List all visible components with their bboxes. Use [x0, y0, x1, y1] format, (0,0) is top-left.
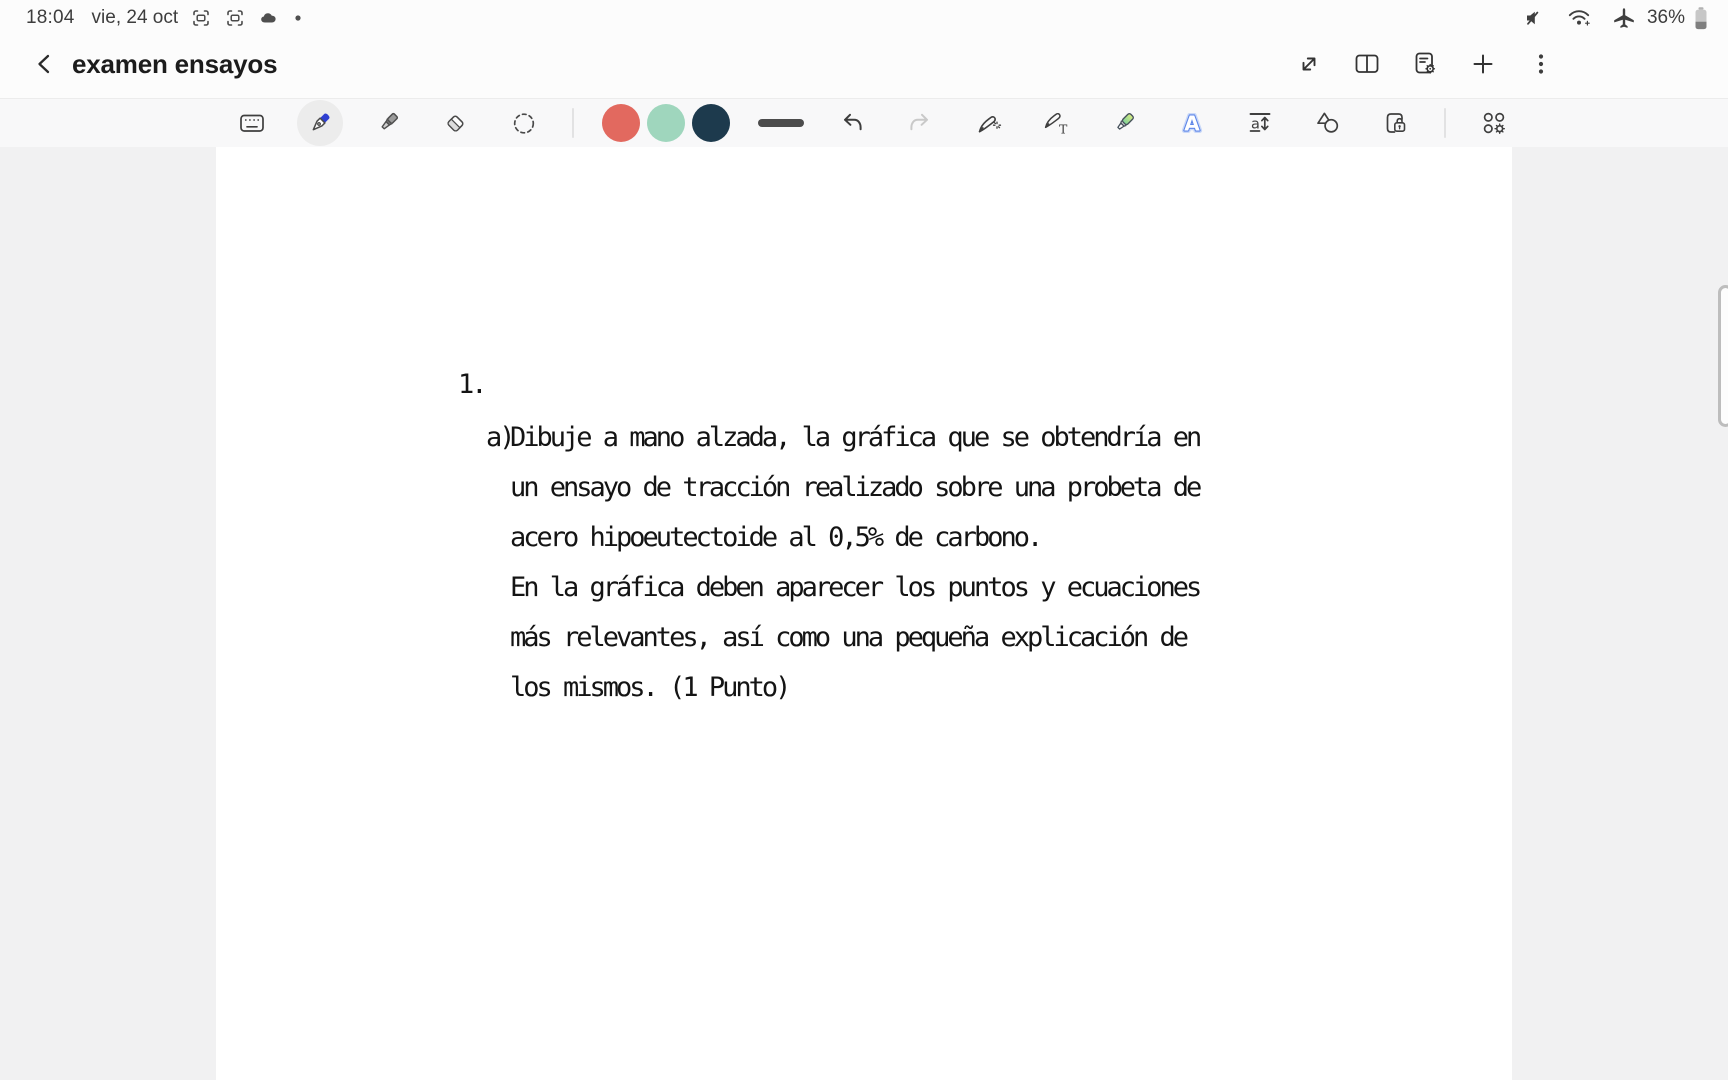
toolbar-divider [1444, 108, 1446, 138]
kebab-menu-icon [1538, 54, 1544, 74]
app-header: examen ensayos [0, 30, 1728, 98]
toolbar-divider [572, 108, 574, 138]
wifi-icon [1567, 7, 1591, 29]
redo-button[interactable] [900, 103, 940, 143]
text-line: un ensayo de tracción realizado sobre un… [510, 472, 1202, 503]
content-area: 1. a) Dibuje a mano alzada, la gráfica q… [0, 147, 1728, 1080]
pen-tool-button[interactable] [297, 100, 343, 146]
lasso-select-tool-button[interactable] [504, 103, 544, 143]
pen-text-icon: T [1044, 112, 1068, 137]
auto-format-button[interactable]: A A [1172, 103, 1212, 143]
airplane-mode-icon [1612, 6, 1636, 30]
page-settings-button[interactable] [1406, 45, 1444, 83]
lasso-icon [513, 113, 535, 134]
svg-text:a: a [1251, 117, 1260, 133]
undo-button[interactable] [832, 103, 872, 143]
status-indicators: 36% [1512, 6, 1708, 31]
fullscreen-button[interactable] [1290, 45, 1328, 83]
notes-app-screen: 18:04 vie, 24 oct 36% examen ensayos T A… [0, 0, 1728, 1080]
shape-recognition-button[interactable] [1308, 103, 1348, 143]
question-text: Dibuje a mano alzada, la gráfica que se … [510, 413, 1202, 713]
green-highlighter-icon [1117, 113, 1134, 130]
text-size-icon: a [1249, 113, 1271, 133]
color-swatch-navy[interactable] [692, 104, 730, 142]
mute-icon [1524, 7, 1546, 29]
page-lock-button[interactable] [1376, 103, 1416, 143]
stroke-width-icon [758, 119, 804, 127]
text-line: En la gráfica deben aparecer los puntos … [510, 572, 1202, 603]
text-line: acero hipoeutectoide al 0,5% de carbono. [510, 522, 1043, 553]
text-style-button[interactable]: a [1240, 103, 1280, 143]
status-date: vie, 24 oct [91, 7, 179, 28]
back-button[interactable] [26, 45, 64, 83]
redo-icon [910, 113, 928, 131]
tools-grid-icon [1483, 112, 1505, 134]
more-options-button[interactable] [1522, 45, 1560, 83]
keyboard-icon [240, 114, 264, 132]
editing-toolbar: T A A a [0, 98, 1728, 147]
scrollbar-thumb[interactable] [1718, 285, 1728, 427]
color-swatch-mint[interactable] [647, 104, 685, 142]
keyboard-tool-button[interactable] [232, 103, 272, 143]
eraser-tool-button[interactable] [436, 103, 476, 143]
svg-text:A: A [1184, 112, 1200, 136]
letter-a-icon: A A [1182, 109, 1203, 137]
status-time: 18:04 [26, 7, 75, 28]
undo-icon [844, 113, 862, 131]
page-gear-icon [1415, 52, 1436, 74]
fountain-pen-icon [312, 113, 330, 131]
text-line: Dibuje a mano alzada, la gráfica que se … [510, 422, 1202, 453]
text-line: más relevantes, así como una pequeña exp… [510, 622, 1189, 653]
book-icon [1355, 54, 1379, 73]
handwriting-beautify-button[interactable] [968, 103, 1008, 143]
svg-text:T: T [1059, 122, 1068, 137]
screen-capture-icon [190, 7, 212, 29]
status-bar: 18:04 vie, 24 oct 36% [0, 0, 1728, 32]
chevron-left-icon [38, 54, 50, 74]
cloud-icon [258, 7, 280, 29]
stroke-width-button[interactable] [758, 103, 804, 143]
battery-icon [1694, 6, 1708, 31]
favorite-pen-button[interactable] [1104, 103, 1144, 143]
two-page-view-button[interactable] [1348, 45, 1386, 83]
battery-percent: 36% [1646, 7, 1685, 28]
plus-icon [1473, 54, 1493, 74]
page-lock-icon [1386, 113, 1406, 133]
note-title: examen ensayos [72, 48, 278, 79]
header-actions [1290, 45, 1728, 83]
expand-diagonal-icon [1302, 57, 1316, 71]
highlighter-icon [381, 112, 399, 130]
pen-sparkle-icon [978, 116, 1002, 133]
toolbar-settings-button[interactable] [1474, 103, 1514, 143]
text-line: los mismos. (1 Punto) [510, 672, 791, 703]
highlighter-tool-button[interactable] [368, 103, 408, 143]
color-swatch-red[interactable] [602, 104, 640, 142]
notification-dot-icon [292, 12, 304, 24]
pen-color-swatches [602, 104, 730, 142]
question-number: 1. [458, 369, 487, 400]
add-page-button[interactable] [1464, 45, 1502, 83]
shapes-icon [1317, 112, 1339, 133]
screen-capture-icon [224, 7, 246, 29]
eraser-icon [447, 115, 464, 132]
handwriting-to-text-button[interactable]: T [1036, 103, 1076, 143]
note-page-canvas[interactable]: 1. a) Dibuje a mano alzada, la gráfica q… [216, 147, 1512, 1080]
item-label: a) [486, 422, 515, 453]
